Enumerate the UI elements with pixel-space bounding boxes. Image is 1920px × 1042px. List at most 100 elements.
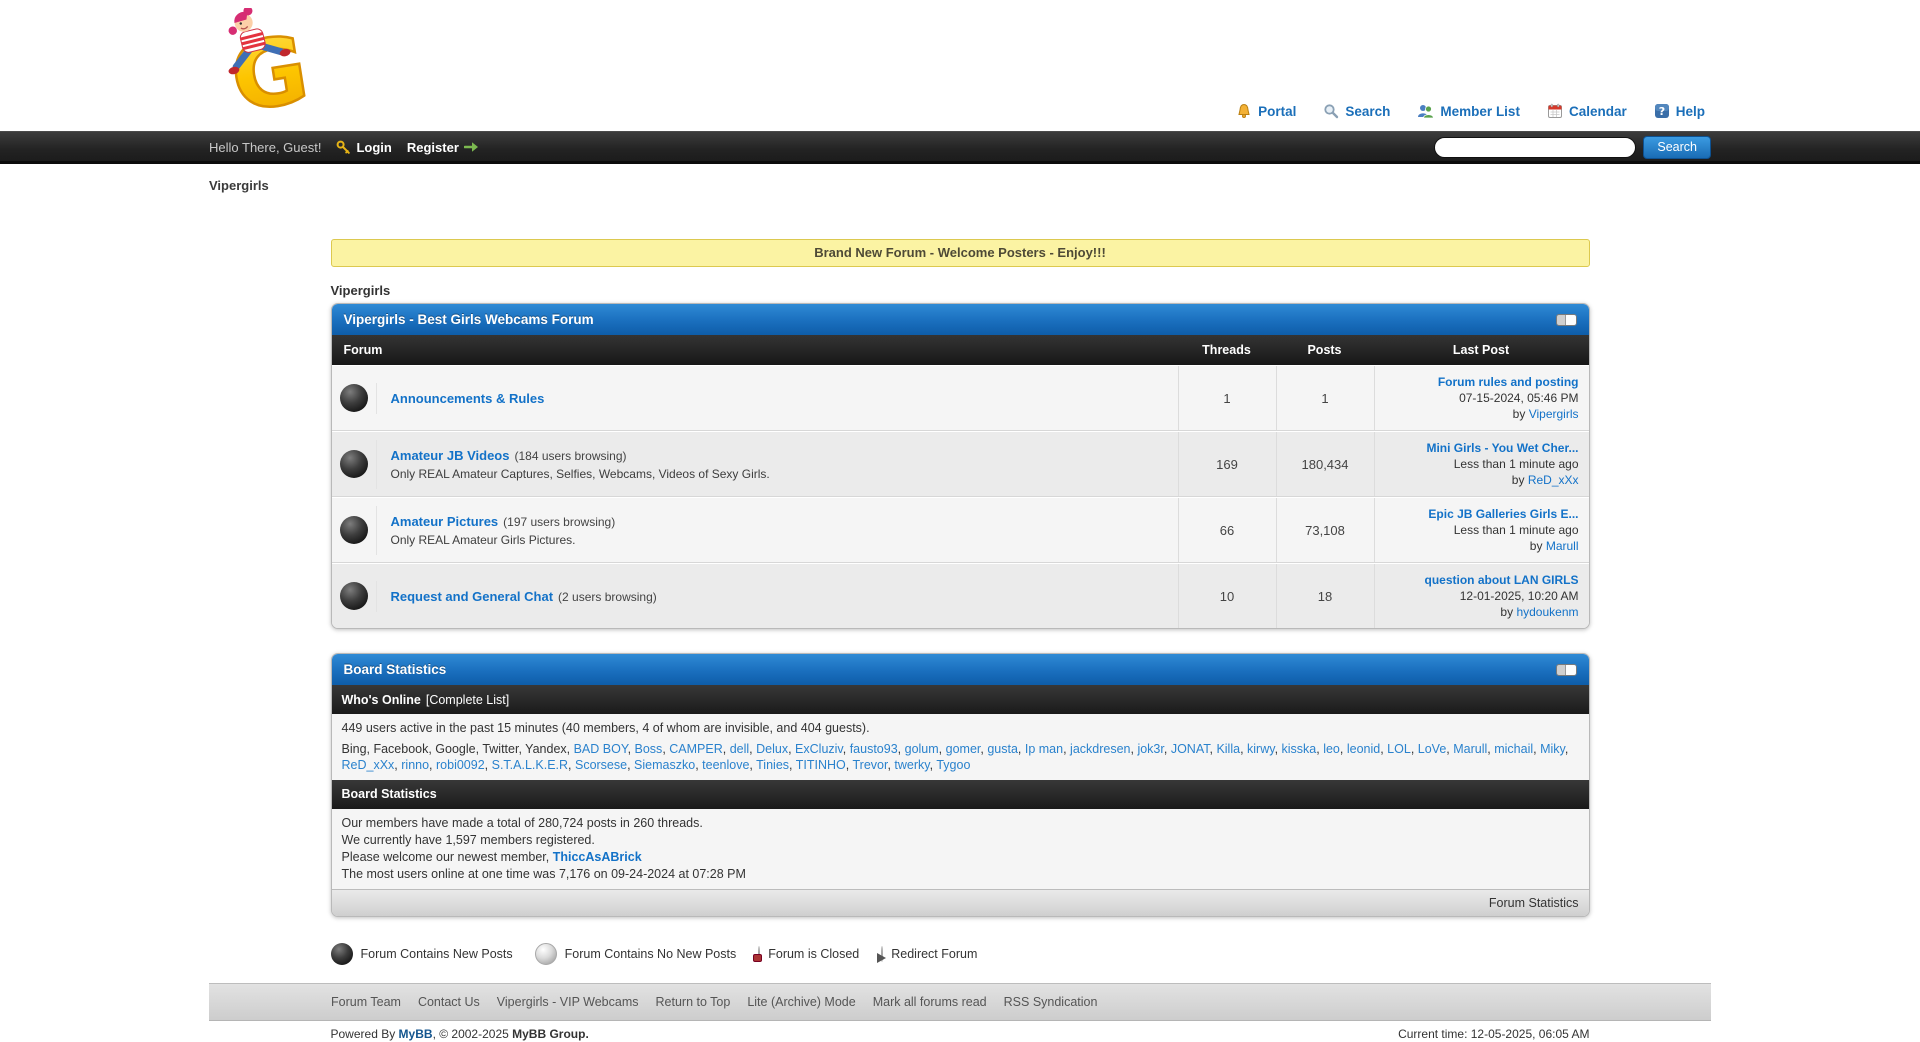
stat-members-registered: We currently have 1,597 members register… [342, 832, 1579, 849]
online-member-link[interactable]: LOL [1387, 742, 1411, 756]
last-post-subject-link[interactable]: question about LAN GIRLS [1425, 573, 1579, 587]
last-post-author-link[interactable]: Marull [1546, 539, 1579, 553]
top-menu-portal[interactable]: Portal [1236, 103, 1296, 119]
forum-browsing-count: (197 users browsing) [503, 515, 615, 529]
breadcrumb[interactable]: Vipergirls [209, 178, 1711, 193]
online-member-link[interactable]: jok3r [1137, 742, 1163, 756]
online-member-link[interactable]: gomer [946, 742, 981, 756]
footer-link-mark-read[interactable]: Mark all forums read [873, 995, 987, 1009]
online-member-link[interactable]: Siemaszko [634, 758, 695, 772]
online-member-link[interactable]: gusta [987, 742, 1018, 756]
mybb-link[interactable]: MyBB [399, 1027, 433, 1041]
online-member-link[interactable]: Tinies [756, 758, 789, 772]
online-member-link[interactable]: golum [905, 742, 939, 756]
quick-search-button[interactable]: Search [1643, 136, 1711, 159]
by-label: by [1512, 473, 1525, 487]
new-posts-icon [340, 384, 368, 412]
forum-statistics-link[interactable]: Forum Statistics [1489, 896, 1579, 910]
online-member-link[interactable]: LoVe [1418, 742, 1447, 756]
column-header-forum: Forum [332, 343, 1178, 357]
last-post-subject-link[interactable]: Mini Girls - You Wet Cher... [1426, 441, 1578, 455]
register-button[interactable]: Register [407, 140, 479, 155]
newest-member-link[interactable]: ThiccAsABrick [553, 850, 642, 864]
online-member-link[interactable]: robi0092 [436, 758, 485, 772]
top-menu-label: Help [1676, 104, 1705, 119]
login-button[interactable]: Login [336, 140, 391, 155]
online-member-link[interactable]: leo [1323, 742, 1340, 756]
collapse-toggle-icon[interactable] [1556, 664, 1577, 676]
online-member-link[interactable]: dell [730, 742, 749, 756]
online-member-link[interactable]: rinno [401, 758, 429, 772]
online-member-link[interactable]: Killa [1216, 742, 1240, 756]
top-menu-help[interactable]: ? Help [1654, 103, 1705, 119]
redirect-arrow-icon [877, 953, 886, 963]
online-member-link[interactable]: Tygoo [936, 758, 970, 772]
legend-label: Forum is Closed [768, 947, 859, 961]
forum-category-header: Vipergirls - Best Girls Webcams Forum [332, 304, 1589, 335]
last-post-subject-link[interactable]: Forum rules and posting [1438, 375, 1579, 389]
footer-link-forum-team[interactable]: Forum Team [331, 995, 401, 1009]
last-post-author-link[interactable]: hydoukenm [1516, 605, 1578, 619]
online-member-link[interactable]: twerky [894, 758, 929, 772]
online-member-link[interactable]: Trevor [853, 758, 888, 772]
online-member-link[interactable]: leonid [1347, 742, 1380, 756]
footer-link-lite-mode[interactable]: Lite (Archive) Mode [747, 995, 855, 1009]
page-header: G [0, 0, 1920, 131]
top-menu: Portal Search Member List [1236, 103, 1705, 119]
site-logo[interactable]: G [207, 8, 329, 113]
forum-link[interactable]: Request and General Chat [391, 589, 554, 604]
online-member-link[interactable]: Boss [635, 742, 663, 756]
mybb-group-link[interactable]: MyBB Group. [512, 1027, 589, 1041]
online-member-link[interactable]: CAMPER [669, 742, 722, 756]
forum-link[interactable]: Amateur JB Videos [391, 448, 510, 463]
online-member-link[interactable]: jackdresen [1070, 742, 1130, 756]
last-post-author-link[interactable]: Vipergirls [1529, 407, 1579, 421]
top-menu-search[interactable]: Search [1323, 103, 1390, 119]
online-member-link[interactable]: TITINHO [796, 758, 846, 772]
quick-search-input[interactable] [1434, 137, 1636, 158]
online-users-list: Bing, Facebook, Google, Twitter, Yandex,… [342, 741, 1579, 774]
powered-prefix: Powered By [331, 1027, 399, 1041]
footer-link-return-to-top[interactable]: Return to Top [656, 995, 731, 1009]
forum-posts-count: 180,434 [1276, 432, 1374, 496]
online-member-link[interactable]: BAD BOY [574, 742, 628, 756]
board-stats-subtitle: Board Statistics [342, 787, 437, 801]
legend-label: Redirect Forum [891, 947, 977, 961]
collapse-toggle-icon[interactable] [1556, 314, 1577, 326]
forum-link[interactable]: Announcements & Rules [391, 391, 545, 406]
legend-new-posts: Forum Contains New Posts [331, 943, 513, 965]
footer-link-rss[interactable]: RSS Syndication [1004, 995, 1098, 1009]
online-member-link[interactable]: Ip man [1025, 742, 1063, 756]
online-member-link[interactable]: JONAT [1171, 742, 1210, 756]
online-member-link[interactable]: Miky [1540, 742, 1565, 756]
online-member-link[interactable]: kisska [1282, 742, 1317, 756]
online-member-link[interactable]: michail [1494, 742, 1533, 756]
online-member-link[interactable]: ExCluziv [795, 742, 843, 756]
online-member-link[interactable]: ReD_xXx [342, 758, 395, 772]
portal-icon [1236, 103, 1252, 119]
complete-list-link[interactable]: [Complete List] [426, 693, 509, 707]
powered-by-line: Powered By MyBB, © 2002-2025 MyBB Group.… [331, 1027, 1590, 1042]
by-label: by [1530, 539, 1543, 553]
online-member-link[interactable]: Marull [1453, 742, 1487, 756]
online-member-link[interactable]: kirwy [1247, 742, 1275, 756]
top-menu-label: Portal [1258, 104, 1296, 119]
online-member-link[interactable]: teenlove [702, 758, 749, 772]
online-member-link[interactable]: Scorsese [575, 758, 627, 772]
top-menu-member-list[interactable]: Member List [1417, 103, 1520, 119]
footer-link-vip-webcams[interactable]: Vipergirls - VIP Webcams [497, 995, 639, 1009]
online-member-link[interactable]: Delux [756, 742, 788, 756]
forum-browsing-count: (184 users browsing) [514, 449, 626, 463]
footer-link-contact-us[interactable]: Contact Us [418, 995, 480, 1009]
top-menu-calendar[interactable]: Calendar [1547, 103, 1627, 119]
board-stats-body: Our members have made a total of 280,724… [332, 809, 1589, 889]
last-post-time: 12-01-2025, 10:20 AM [1385, 588, 1579, 604]
new-posts-icon [340, 582, 368, 610]
last-post-subject-link[interactable]: Epic JB Galleries Girls E... [1428, 507, 1578, 521]
online-member-link[interactable]: S.T.A.L.K.E.R [492, 758, 568, 772]
last-post-author-link[interactable]: ReD_xXx [1528, 473, 1579, 487]
column-header-lastpost: Last Post [1374, 343, 1589, 357]
online-member-link[interactable]: fausto93 [850, 742, 898, 756]
forum-status-icon [332, 366, 376, 430]
forum-link[interactable]: Amateur Pictures [391, 514, 499, 529]
